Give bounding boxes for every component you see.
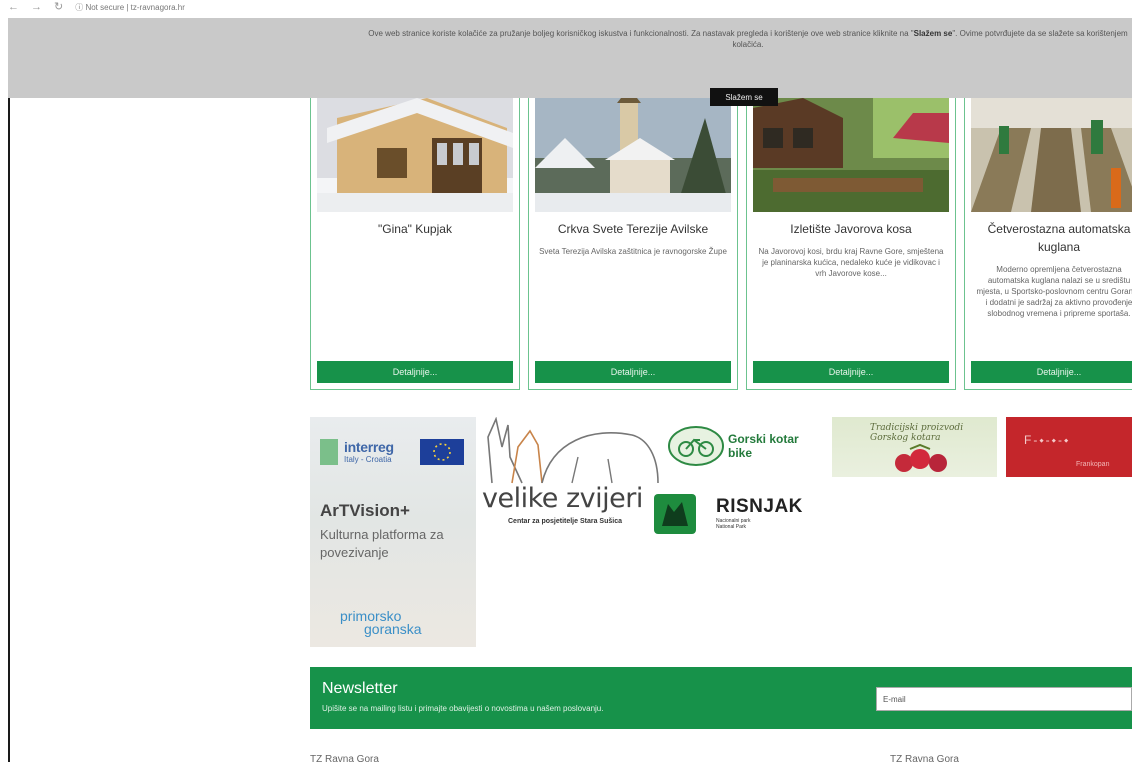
- security-label: Not secure: [85, 2, 125, 12]
- forward-icon[interactable]: →: [31, 2, 42, 13]
- card-title: Crkva Svete Terezije Avilske: [557, 222, 709, 236]
- velike-zvijeri-subtitle: Centar za posjetitelje Stara Sušica: [508, 518, 622, 525]
- newsletter-title: Newsletter: [322, 680, 398, 697]
- address-bar[interactable]: ⓘ Not secure | tz-ravnagora.hr: [75, 2, 185, 13]
- card-details-button[interactable]: Detaljnije...: [317, 361, 513, 383]
- back-icon[interactable]: ←: [8, 2, 19, 13]
- card-details-button[interactable]: Detaljnije...: [753, 361, 949, 383]
- animals-drawing-icon: [482, 417, 662, 485]
- info-icon: ⓘ: [75, 2, 84, 12]
- attraction-card: Crkva Svete Terezije Avilske Sveta Terez…: [528, 98, 738, 390]
- risnjak-subtitle: Nacionalni park National Park: [716, 518, 751, 530]
- cookie-accept-button[interactable]: Slažem se: [710, 88, 778, 106]
- footer-right-heading: TZ Ravna Gora: [890, 754, 959, 765]
- footer-left-heading: TZ Ravna Gora: [310, 754, 379, 765]
- card-image: [535, 98, 731, 212]
- card-description: Moderno opremljena četverostazna automat…: [976, 265, 1132, 318]
- cookie-message: Ove web stranice koriste kolačiće za pru…: [368, 29, 1128, 49]
- card-image: [753, 98, 949, 212]
- card-description: Sveta Terezija Avilska zaštitnica je rav…: [539, 247, 727, 256]
- card-details-button[interactable]: Detaljnije...: [971, 361, 1132, 383]
- interreg-mark-icon: [320, 439, 338, 465]
- frankopan-title: F-⬩-⬩-⬩: [1024, 433, 1071, 447]
- card-image: [971, 98, 1132, 212]
- interreg-title: interreg: [344, 439, 394, 455]
- card-image: [317, 98, 513, 212]
- card-details-button[interactable]: Detaljnije...: [535, 361, 731, 383]
- card-description: Na Javorovoj kosi, brdu kraj Ravne Gore,…: [758, 247, 944, 278]
- artvision-subtitle: Kulturna platforma za povezivanje: [320, 527, 444, 560]
- card-title: "Gina" Kupjak: [378, 222, 452, 236]
- card-title: Četverostazna automatska kuglana: [987, 222, 1131, 254]
- velike-zvijeri-logo[interactable]: velike zvijeri: [482, 483, 643, 514]
- url-text: tz-ravnagora.hr: [130, 2, 185, 12]
- cookie-banner: Ove web stranice koriste kolačiće za pru…: [8, 18, 1132, 106]
- attraction-card: Četverostazna automatska kuglana Moderno…: [964, 98, 1132, 390]
- email-field[interactable]: [876, 687, 1132, 711]
- reload-icon[interactable]: ↻: [54, 2, 63, 13]
- gorski-kotar-bike-logo[interactable]: Gorski kotar bike: [728, 432, 799, 460]
- frankopan-subtitle: Frankopan: [1076, 461, 1110, 468]
- attraction-card: Izletište Javorova kosa Na Javorovoj kos…: [746, 98, 956, 390]
- eu-flag-icon: [420, 439, 464, 465]
- primorsko-goranska-logo: primorsko goranska: [340, 608, 422, 637]
- window-edge: [8, 18, 10, 762]
- artvision-logo[interactable]: interreg Italy - Croatia ArTVision+ Kult…: [310, 417, 476, 647]
- frankopan-logo[interactable]: F-⬩-⬩-⬩ Frankopan: [1006, 417, 1132, 477]
- lynx-emblem-icon[interactable]: [654, 490, 696, 534]
- interreg-subtitle: Italy - Croatia: [344, 455, 392, 464]
- berries-icon: [895, 443, 947, 472]
- risnjak-logo[interactable]: RISNJAK: [716, 496, 803, 518]
- attraction-card: "Gina" Kupjak Detaljnije...: [310, 98, 520, 390]
- bicycle-icon[interactable]: [668, 426, 724, 466]
- newsletter-subtitle: Upišite se na mailing listu i primajte o…: [322, 704, 604, 713]
- newsletter-section: Newsletter Upišite se na mailing listu i…: [310, 667, 1132, 729]
- traditional-products-logo[interactable]: Tradicijski proizvodi Gorskog kotara: [832, 417, 997, 477]
- browser-toolbar: ← → ↻ ⓘ Not secure | tz-ravnagora.hr: [0, 0, 1132, 14]
- traditional-products-title: Tradicijski proizvodi Gorskog kotara: [870, 423, 964, 443]
- card-title: Izletište Javorova kosa: [790, 222, 912, 236]
- artvision-title: ArTVision+: [320, 501, 410, 520]
